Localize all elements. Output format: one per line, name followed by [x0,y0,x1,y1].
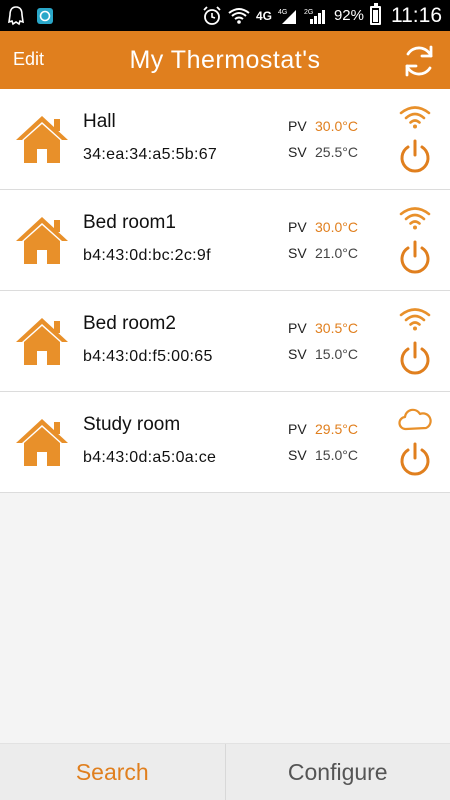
power-icon[interactable] [398,239,432,275]
sv-value: 15.0°C [315,447,358,463]
status-bar-right: 4G 4G 2G 92% 11:16 [202,3,442,28]
sv-label: SV [288,447,307,463]
edit-button[interactable]: Edit [13,49,44,70]
thermostat-row-1[interactable]: Hall 34:ea:34:a5:5b:67 PV 30.0°C SV 25.5… [0,89,450,190]
house-icon [16,318,68,365]
pv-label: PV [288,219,307,235]
refresh-icon[interactable] [400,42,438,80]
connection-status [398,205,432,231]
house-icon [16,217,68,264]
signal-network-label-2: 2G [304,9,313,16]
battery-percent: 92% [333,7,364,24]
thermostat-name: Bed room2 [83,313,176,334]
wifi-icon [399,106,431,129]
power-icon[interactable] [398,441,432,477]
wifi-icon [399,308,431,331]
power-icon[interactable] [398,340,432,376]
thermostat-row-2[interactable]: Bed room1 b4:43:0d:bc:2c:9f PV 30.0°C SV… [0,190,450,291]
pv-value: 30.0°C [315,118,358,134]
network-type-label: 4G [255,8,272,23]
cloud-icon [398,408,432,431]
app-header: Edit My Thermostat's [0,31,450,89]
wifi-status-icon [228,7,250,24]
connection-status [398,104,432,130]
connection-status [398,407,432,433]
wifi-icon [399,207,431,230]
pv-value: 30.5°C [315,320,358,336]
thermostat-name: Hall [83,111,116,132]
sv-value: 25.5°C [315,144,358,160]
tab-search[interactable]: Search [0,744,225,800]
sv-value: 15.0°C [315,346,358,362]
status-bar-left [8,5,54,26]
ghost-notification-icon [8,5,24,25]
app-notification-icon [37,7,53,24]
status-bar: 4G 4G 2G 92% 11:16 [0,0,450,31]
house-icon [16,116,68,163]
sv-label: SV [288,346,307,362]
thermostat-name: Bed room1 [83,212,176,233]
thermostat-mac-address: 34:ea:34:a5:5b:67 [83,146,218,163]
thermostat-mac-address: b4:43:0d:bc:2c:9f [83,247,211,264]
clock: 11:16 [391,3,442,27]
thermostat-mac-address: b4:43:0d:a5:0a:ce [83,449,217,466]
thermostat-row-3[interactable]: Bed room2 b4:43:0d:f5:00:65 PV 30.5°C SV… [0,291,450,392]
sv-label: SV [288,144,307,160]
pv-label: PV [288,118,307,134]
signal-network-label: 4G [278,9,287,16]
thermostat-list: Hall 34:ea:34:a5:5b:67 PV 30.0°C SV 25.5… [0,89,450,493]
pv-label: PV [288,421,307,437]
pv-value: 29.5°C [315,421,358,437]
page-title: My Thermostat's [129,45,321,74]
thermostat-name: Study room [83,414,181,435]
alarm-clock-icon [203,5,221,25]
bottom-tab-bar: Search Configure [0,743,450,800]
battery-icon [370,3,381,25]
thermostat-row-4[interactable]: Study room b4:43:0d:a5:0a:ce PV 29.5°C S… [0,392,450,493]
signal-icon: 4G [278,9,296,24]
pv-label: PV [288,320,307,336]
sv-value: 21.0°C [315,245,358,261]
sv-label: SV [288,245,307,261]
pv-value: 30.0°C [315,219,358,235]
signal-icon-2: 2G [304,9,325,24]
thermostat-mac-address: b4:43:0d:f5:00:65 [83,348,213,365]
house-icon [16,419,68,466]
tab-configure[interactable]: Configure [224,744,450,800]
power-icon[interactable] [398,138,432,174]
connection-status [398,306,432,332]
